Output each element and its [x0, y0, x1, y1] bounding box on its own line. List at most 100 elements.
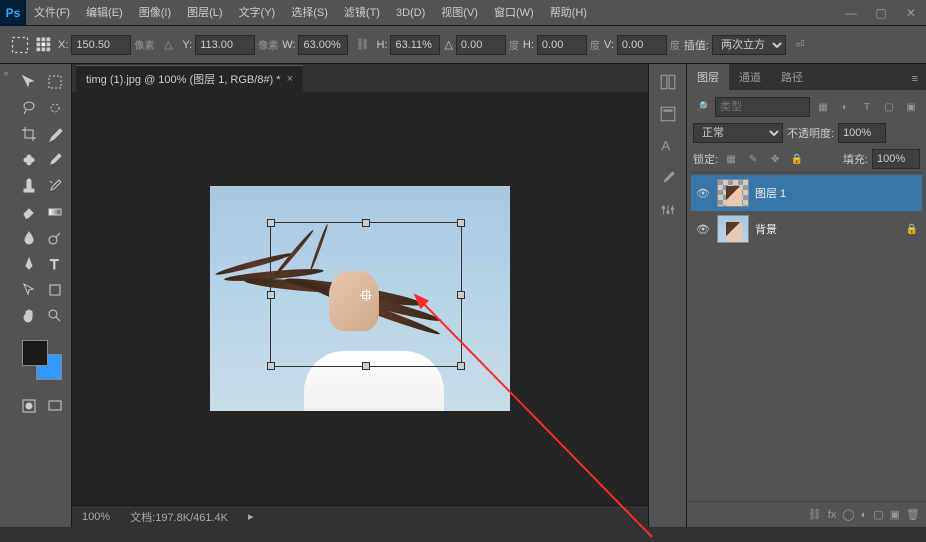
crop-tool[interactable] [17, 122, 41, 146]
pen-tool[interactable] [17, 252, 41, 276]
opacity-input[interactable] [838, 123, 886, 143]
handle-mid-right[interactable] [457, 291, 465, 299]
lock-pos-icon[interactable]: ✥ [766, 150, 784, 168]
tab-layers[interactable]: 图层 [687, 64, 729, 90]
menu-type[interactable]: 文字(Y) [231, 0, 284, 26]
layer-thumbnail[interactable] [717, 215, 749, 243]
window-close[interactable]: ✕ [896, 3, 926, 23]
menu-3d[interactable]: 3D(D) [388, 0, 433, 26]
foreground-swatch[interactable] [22, 340, 48, 366]
gradient-tool[interactable] [43, 200, 67, 224]
fx-icon[interactable]: fx [828, 509, 837, 521]
color-swatches[interactable] [22, 340, 62, 380]
blur-tool[interactable] [17, 226, 41, 250]
panel-menu-icon[interactable]: ≡ [904, 68, 926, 90]
fill-input[interactable] [872, 149, 920, 169]
handle-top-left[interactable] [267, 219, 275, 227]
vskew-input[interactable] [617, 35, 667, 55]
lasso-tool[interactable] [17, 96, 41, 120]
tab-channels[interactable]: 通道 [729, 64, 771, 90]
menu-layer[interactable]: 图层(L) [179, 0, 230, 26]
x-input[interactable] [71, 35, 131, 55]
strip-properties-icon[interactable] [656, 102, 680, 126]
screenmode-tool[interactable] [43, 394, 67, 418]
strip-brush-icon[interactable] [656, 166, 680, 190]
eyedropper-tool[interactable] [43, 122, 67, 146]
document-tab[interactable]: timg (1).jpg @ 100% (图层 1, RGB/8#) * × [76, 65, 303, 92]
visibility-icon[interactable]: 👁 [695, 223, 711, 236]
history-brush-tool[interactable] [43, 174, 67, 198]
menu-help[interactable]: 帮助(H) [542, 0, 595, 26]
blend-mode-select[interactable]: 正常 [693, 123, 783, 143]
handle-top-mid[interactable] [362, 219, 370, 227]
move-tool[interactable] [17, 70, 41, 94]
status-chevron-icon[interactable]: ▸ [248, 510, 254, 523]
filter-pixel-icon[interactable]: ▦ [814, 98, 832, 116]
link-layers-icon[interactable]: ⛓ [808, 508, 822, 521]
visibility-icon[interactable]: 👁 [695, 187, 711, 200]
handle-top-right[interactable] [457, 219, 465, 227]
delete-layer-icon[interactable]: 🗑 [906, 508, 920, 521]
status-zoom[interactable]: 100% [82, 511, 110, 523]
marquee-tool[interactable] [43, 70, 67, 94]
type-tool[interactable]: T [43, 252, 67, 276]
layer-item[interactable]: 👁 背景 🔒 [691, 211, 922, 247]
menu-file[interactable]: 文件(F) [26, 0, 78, 26]
new-group-icon[interactable]: ▢ [873, 508, 883, 521]
filter-type-icon[interactable]: T [858, 98, 876, 116]
reference-point-icon[interactable] [34, 35, 54, 55]
layer-item[interactable]: 👁 图层 1 [691, 175, 922, 211]
angle-input[interactable] [456, 35, 506, 55]
lock-all-icon[interactable]: 🔒 [788, 150, 806, 168]
lock-pixel-icon[interactable]: ✎ [744, 150, 762, 168]
new-layer-icon[interactable]: ▣ [890, 508, 900, 521]
collapse-handle[interactable]: « [0, 64, 12, 527]
document-tab-close[interactable]: × [287, 73, 293, 85]
h-input[interactable] [390, 35, 440, 55]
filter-shape-icon[interactable]: ▢ [880, 98, 898, 116]
delta-icon[interactable]: △ [158, 35, 178, 55]
zoom-tool[interactable] [43, 304, 67, 328]
transform-icon[interactable] [10, 35, 30, 55]
layer-name-label[interactable]: 背景 [755, 221, 900, 237]
dodge-tool[interactable] [43, 226, 67, 250]
handle-mid-left[interactable] [267, 291, 275, 299]
stamp-tool[interactable] [17, 174, 41, 198]
window-maximize[interactable]: ▢ [866, 3, 896, 23]
window-minimize[interactable]: — [836, 3, 866, 23]
strip-character-icon[interactable]: A [656, 134, 680, 158]
tab-paths[interactable]: 路径 [771, 64, 813, 90]
canvas-image[interactable] [210, 186, 510, 411]
eraser-tool[interactable] [17, 200, 41, 224]
strip-history-icon[interactable] [656, 70, 680, 94]
menu-filter[interactable]: 滤镜(T) [336, 0, 388, 26]
y-input[interactable] [195, 35, 255, 55]
quickmask-tool[interactable] [17, 394, 41, 418]
transform-bounding-box[interactable] [270, 222, 462, 367]
interp-select[interactable]: 两次立方 [712, 35, 786, 55]
healing-tool[interactable] [17, 148, 41, 172]
shape-tool[interactable] [43, 278, 67, 302]
lock-trans-icon[interactable]: ▦ [722, 150, 740, 168]
menu-image[interactable]: 图像(I) [131, 0, 179, 26]
menu-window[interactable]: 窗口(W) [486, 0, 542, 26]
hskew-input[interactable] [537, 35, 587, 55]
menu-view[interactable]: 视图(V) [433, 0, 486, 26]
new-adj-icon[interactable]: ◐ [861, 509, 868, 521]
handle-center[interactable] [362, 291, 370, 299]
layer-name-label[interactable]: 图层 1 [755, 185, 918, 201]
canvas-viewport[interactable] [72, 92, 648, 505]
path-select-tool[interactable] [17, 278, 41, 302]
handle-bot-right[interactable] [457, 362, 465, 370]
handle-bot-left[interactable] [267, 362, 275, 370]
w-input[interactable] [298, 35, 348, 55]
search-icon[interactable]: 🔎 [693, 98, 711, 116]
layer-filter-input[interactable] [715, 97, 810, 117]
brush-tool[interactable] [43, 148, 67, 172]
quick-select-tool[interactable] [43, 96, 67, 120]
hand-tool[interactable] [17, 304, 41, 328]
link-wh-icon[interactable]: ⛓ [352, 35, 372, 55]
strip-adjustments-icon[interactable] [656, 198, 680, 222]
layer-thumbnail[interactable] [717, 179, 749, 207]
mask-icon[interactable]: ◯ [842, 508, 854, 521]
